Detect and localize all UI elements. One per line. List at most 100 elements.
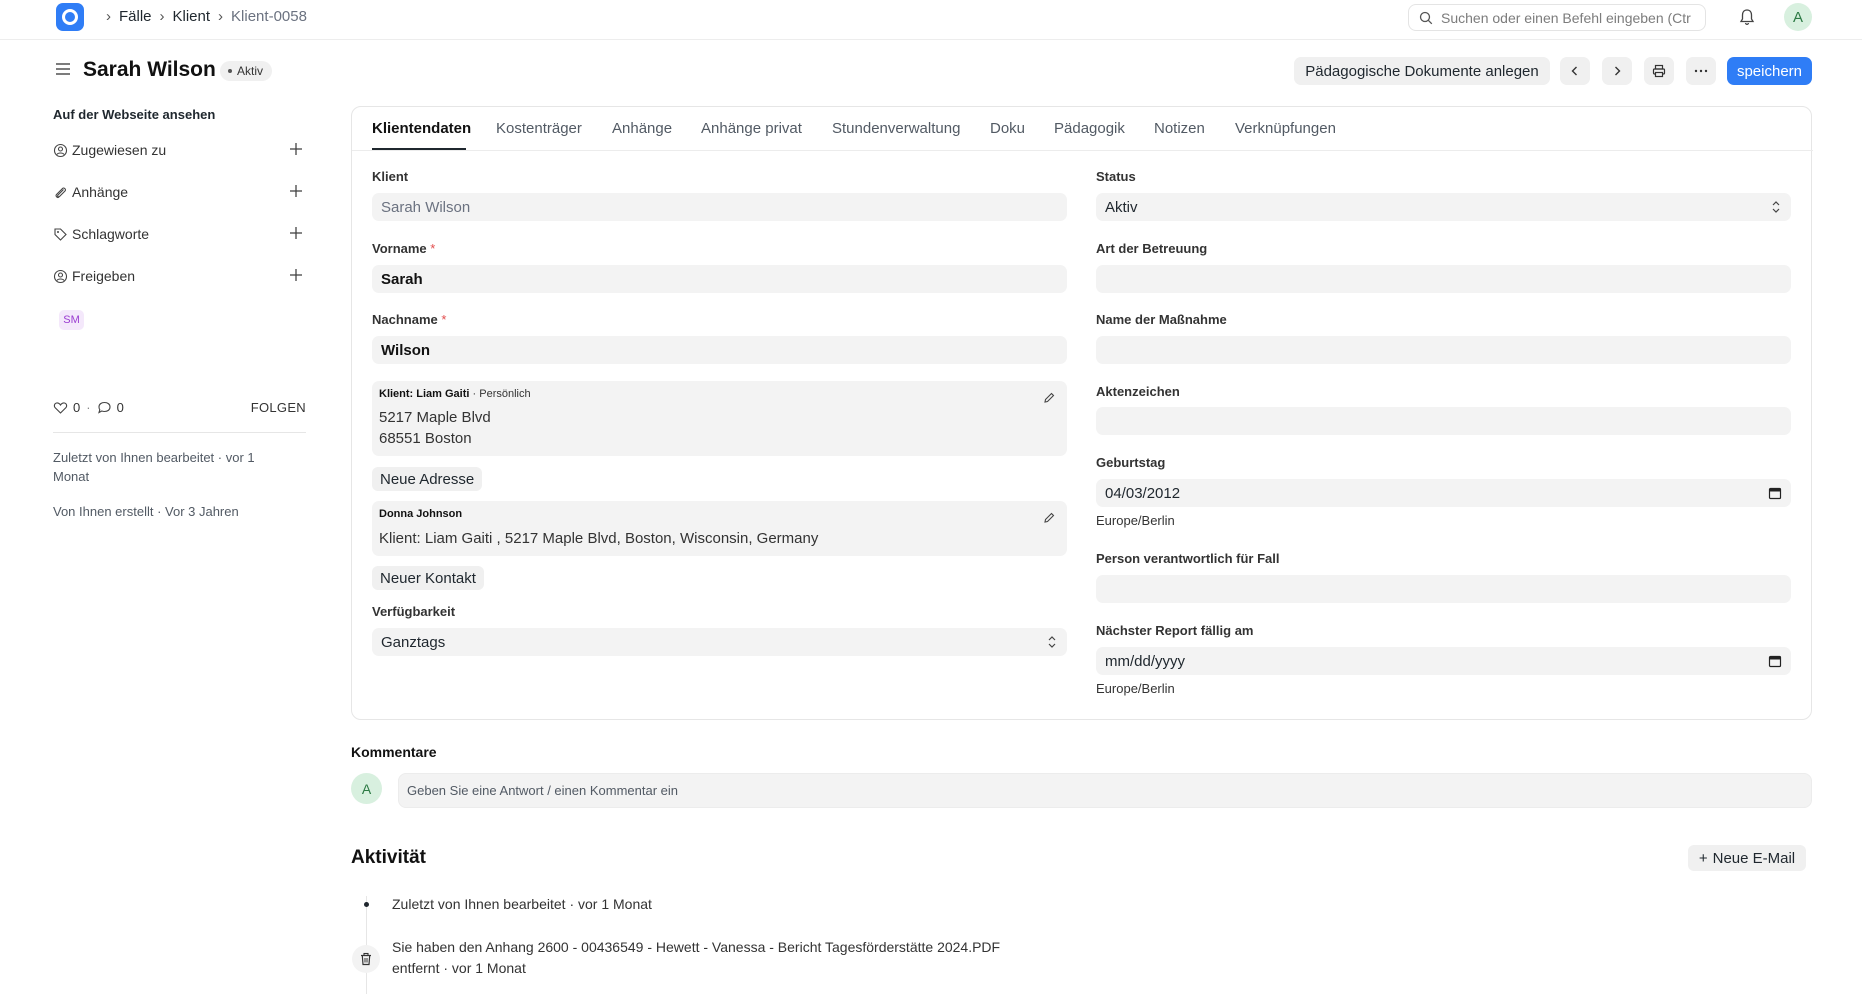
chevron-left-icon — [1571, 66, 1577, 76]
new-contact-button[interactable]: Neuer Kontakt — [372, 566, 484, 590]
tab-anhaenge[interactable]: Anhänge — [612, 120, 672, 137]
vorname-label-text: Vorname — [372, 241, 427, 256]
person-verantwortlich-input[interactable] — [1096, 575, 1791, 603]
calendar-icon[interactable] — [1768, 486, 1782, 500]
menu-icon[interactable] — [55, 62, 71, 76]
address-owner: Klient: Liam Gaiti — [379, 388, 470, 400]
nachname-input[interactable]: Wilson — [372, 336, 1067, 364]
geburtstag-date-input[interactable]: 04/03/2012 — [1096, 479, 1791, 507]
klient-value: Sarah Wilson — [381, 198, 471, 216]
likes-comments-counter: 0 · 0 — [53, 400, 124, 415]
sidebar-item-label: Freigeben — [72, 268, 136, 284]
sidebar-item-label: Zugewiesen zu — [72, 142, 167, 158]
calendar-icon[interactable] — [1768, 654, 1782, 668]
chevron-right-icon — [1615, 66, 1621, 76]
print-button[interactable] — [1644, 57, 1674, 85]
required-mark: * — [441, 312, 447, 327]
tab-kostentraeger[interactable]: Kostenträger — [496, 120, 582, 137]
new-email-button[interactable]: + Neue E-Mail — [1688, 845, 1806, 871]
status-value: Aktiv — [1105, 198, 1138, 216]
naechster-report-date-input[interactable]: mm/dd/yyyy — [1096, 647, 1791, 675]
tab-bar: Klientendaten Kostenträger Anhänge Anhän… — [352, 107, 1813, 151]
new-address-button[interactable]: Neue Adresse — [372, 467, 483, 491]
breadcrumb-item-faelle[interactable]: Fälle — [119, 8, 152, 25]
activity-heading: Aktivität — [351, 847, 426, 868]
geburtstag-timezone: Europe/Berlin — [1096, 513, 1175, 528]
user-avatar[interactable]: A — [1784, 3, 1812, 31]
contact-card: Donna Johnson Klient: Liam Gaiti , 5217 … — [372, 501, 1067, 556]
plus-icon[interactable] — [288, 225, 304, 241]
activity-entry-edited: Zuletzt von Ihnen bearbeitet · vor 1 Mon… — [392, 896, 652, 912]
vorname-input[interactable]: Sarah — [372, 265, 1067, 293]
create-pedagogical-docs-button[interactable]: Pädagogische Dokumente anlegen — [1294, 57, 1550, 85]
search-input[interactable] — [1441, 9, 1691, 26]
tab-doku[interactable]: Doku — [990, 120, 1025, 137]
notification-bell-icon[interactable] — [1736, 6, 1758, 28]
address-line-2: 68551 Boston — [379, 430, 472, 447]
massnahme-input[interactable] — [1096, 336, 1791, 364]
heart-icon[interactable] — [53, 400, 68, 415]
address-line-1: 5217 Maple Blvd — [379, 409, 491, 426]
report-timezone: Europe/Berlin — [1096, 681, 1175, 696]
timeline-dot — [364, 902, 369, 907]
select-arrows-icon — [1048, 636, 1056, 648]
address-card: Klient: Liam Gaiti · Persönlich 5217 Map… — [372, 381, 1067, 456]
tab-klientendaten[interactable]: Klientendaten — [372, 120, 471, 137]
comment-input[interactable] — [398, 773, 1812, 808]
plus-icon[interactable] — [288, 141, 304, 157]
more-actions-button[interactable] — [1686, 57, 1716, 85]
plus-icon: + — [1698, 849, 1708, 867]
contact-line-1: Klient: Liam Gaiti , 5217 Maple Blvd, Bo… — [379, 530, 819, 547]
tab-notizen[interactable]: Notizen — [1154, 120, 1205, 137]
aktenzeichen-input[interactable] — [1096, 407, 1791, 435]
sidebar-item-assigned-to[interactable]: Zugewiesen zu — [53, 140, 306, 160]
chevron-right-icon: › — [218, 8, 224, 25]
address-type: · Persönlich — [469, 388, 531, 400]
breadcrumb-item-current: Klient-0058 — [231, 8, 307, 25]
art-der-betreuung-label: Art der Betreuung — [1096, 241, 1208, 256]
required-mark: * — [430, 241, 436, 256]
form-card: Klientendaten Kostenträger Anhänge Anhän… — [351, 106, 1813, 720]
sidebar-divider — [53, 432, 306, 433]
likes-count: 0 — [73, 400, 81, 415]
view-on-website-link[interactable]: Auf der Webseite ansehen — [53, 107, 215, 122]
top-navbar: › Fälle › Klient › Klient-0058 A — [0, 0, 1862, 40]
user-add-icon — [53, 143, 68, 157]
plus-icon[interactable] — [288, 183, 304, 199]
previous-record-button[interactable] — [1560, 57, 1590, 85]
shared-user-avatar[interactable]: SM — [59, 310, 84, 330]
tab-paedagogik[interactable]: Pädagogik — [1054, 120, 1125, 137]
breadcrumb: › Fälle › Klient › Klient-0058 — [98, 8, 307, 25]
printer-icon — [1652, 64, 1666, 78]
sidebar-item-share[interactable]: Freigeben — [53, 266, 306, 286]
more-horizontal-icon — [1694, 69, 1708, 73]
search-bar[interactable] — [1408, 4, 1706, 31]
status-select[interactable]: Aktiv — [1096, 193, 1791, 221]
sidebar-item-tags[interactable]: Schlagworte — [53, 224, 306, 244]
status-badge-label: Aktiv — [237, 64, 264, 78]
breadcrumb-item-klient[interactable]: Klient — [173, 8, 211, 25]
edit-pencil-icon[interactable] — [1043, 392, 1055, 404]
verfuegbarkeit-value: Ganztags — [381, 633, 446, 651]
contact-name: Donna Johnson — [379, 508, 463, 520]
aktenzeichen-label: Aktenzeichen — [1096, 384, 1180, 399]
verfuegbarkeit-select[interactable]: Ganztags — [372, 628, 1067, 656]
edit-pencil-icon[interactable] — [1043, 512, 1055, 524]
next-record-button[interactable] — [1602, 57, 1632, 85]
klient-label: Klient — [372, 169, 409, 184]
created-info: Von Ihnen erstellt · Vor 3 Jahren — [53, 504, 239, 519]
tab-verknuepfungen[interactable]: Verknüpfungen — [1235, 120, 1336, 137]
save-button[interactable]: speichern — [1727, 57, 1812, 85]
tab-anhaenge-privat[interactable]: Anhänge privat — [701, 120, 802, 137]
klient-field: Sarah Wilson — [372, 193, 1067, 221]
comment-icon[interactable] — [97, 400, 112, 415]
sidebar-item-attachments[interactable]: Anhänge — [53, 182, 306, 202]
follow-button[interactable]: FOLGEN — [251, 400, 306, 415]
chevron-right-icon: › — [159, 8, 165, 25]
page-title: Sarah Wilson — [83, 58, 216, 81]
plus-icon[interactable] — [288, 267, 304, 283]
tab-stundenverwaltung[interactable]: Stundenverwaltung — [832, 120, 960, 137]
app-logo-icon[interactable] — [56, 3, 84, 31]
nachname-label-text: Nachname — [372, 312, 438, 327]
art-der-betreuung-input[interactable] — [1096, 265, 1791, 293]
